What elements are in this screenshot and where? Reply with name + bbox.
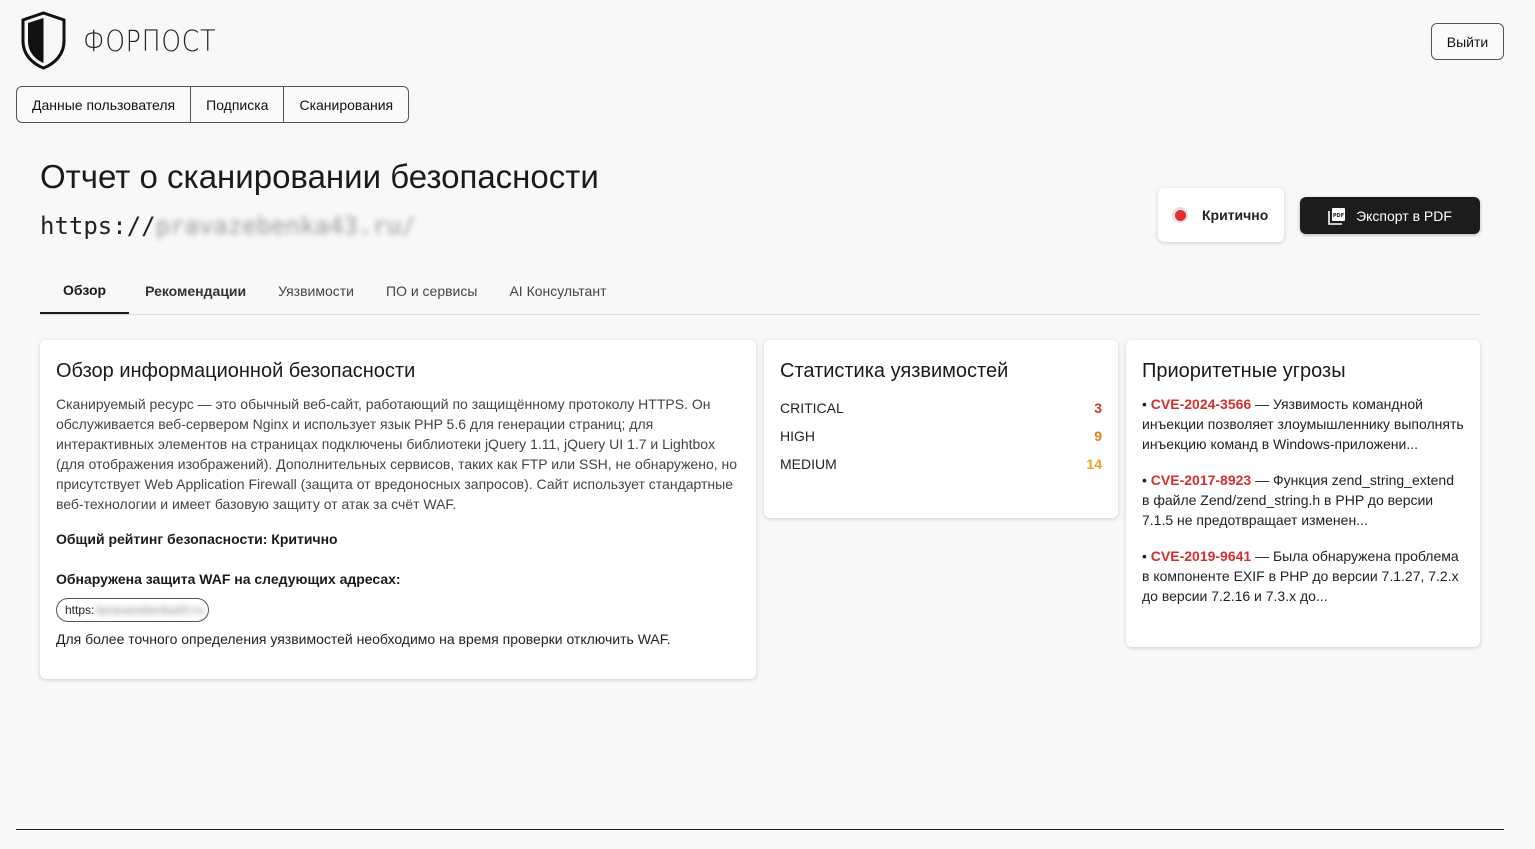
tab-vulnerabilities[interactable]: Уязвимости <box>262 268 370 314</box>
overview-title: Обзор информационной безопасности <box>56 360 416 382</box>
threat-item: • CVE-2019-9641 — Была обнаружена пробле… <box>1142 548 1459 604</box>
vulnerability-stats-card: Статистика уязвимостей CRITICAL 3 HIGH 9… <box>764 340 1118 518</box>
threats-title: Приоритетные угрозы <box>1142 360 1346 382</box>
stat-value: 3 <box>1094 400 1102 416</box>
top-navigation: Данные пользователя Подписка Сканировани… <box>16 86 410 123</box>
scanned-url-masked: pravazebenka43.ru/ <box>155 212 416 240</box>
tab-recommendations[interactable]: Рекомендации <box>129 268 262 314</box>
shield-icon <box>21 11 66 70</box>
stat-label: MEDIUM <box>780 456 837 472</box>
cve-link[interactable]: CVE-2024-3566 <box>1151 396 1251 412</box>
svg-text:PDF: PDF <box>1333 213 1344 219</box>
severity-status-badge: Критично <box>1158 188 1284 242</box>
security-rating: Общий рейтинг безопасности: Критично <box>56 531 338 547</box>
tab-software-services[interactable]: ПО и сервисы <box>370 268 493 314</box>
waf-url-prefix: https: <box>65 603 95 617</box>
waf-title: Обнаружена защита WAF на следующих адрес… <box>56 571 401 587</box>
page-title: Отчет о сканировании безопасности <box>40 158 599 195</box>
brand-logo[interactable]: ФОРПОСТ <box>20 11 238 70</box>
stat-row-high: HIGH 9 <box>780 422 1102 450</box>
stats-title: Статистика уязвимостей <box>780 360 1009 382</box>
stat-label: CRITICAL <box>780 400 844 416</box>
scanned-url: https:// pravazebenka43.ru/ <box>40 212 416 240</box>
export-pdf-button[interactable]: PDF Экспорт в PDF <box>1300 197 1480 234</box>
report-tabs: Обзор Рекомендации Уязвимости ПО и серви… <box>40 268 1480 315</box>
stat-row-medium: MEDIUM 14 <box>780 450 1102 478</box>
waf-url-masked: //pravazebenka43.ru <box>94 603 204 617</box>
stat-row-critical: CRITICAL 3 <box>780 394 1102 422</box>
waf-note: Для более точного определения уязвимосте… <box>56 631 671 647</box>
stat-label: HIGH <box>780 428 815 444</box>
export-pdf-label: Экспорт в PDF <box>1356 207 1452 224</box>
overview-card: Обзор информационной безопасности Сканир… <box>40 340 756 679</box>
stat-value: 9 <box>1094 428 1102 444</box>
nav-scans-button[interactable]: Сканирования <box>284 87 408 122</box>
threat-item: • CVE-2024-3566 — Уязвимость командной и… <box>1142 396 1464 452</box>
cve-link[interactable]: CVE-2017-8923 <box>1151 472 1251 488</box>
tab-overview[interactable]: Обзор <box>40 268 130 314</box>
waf-url-chip[interactable]: https://pravazebenka43.ru <box>56 598 209 622</box>
nav-subscription-button[interactable]: Подписка <box>191 87 285 122</box>
brand-name: ФОРПОСТ <box>83 23 217 58</box>
pdf-icon: PDF <box>1328 207 1346 225</box>
cve-link[interactable]: CVE-2019-9641 <box>1151 548 1251 564</box>
nav-user-data-button[interactable]: Данные пользователя <box>17 87 192 122</box>
status-label: Критично <box>1202 207 1269 223</box>
stat-value: 14 <box>1086 456 1102 472</box>
tab-ai-consultant[interactable]: AI Консультант <box>493 268 622 314</box>
status-dot-icon <box>1172 207 1188 223</box>
logout-button[interactable]: Выйти <box>1431 23 1504 60</box>
priority-threats-card: Приоритетные угрозы • CVE-2024-3566 — Уя… <box>1126 340 1480 647</box>
scanned-url-prefix: https:// <box>40 212 156 240</box>
footer-divider <box>16 829 1504 830</box>
threat-item: • CVE-2017-8923 — Функция zend_string_ex… <box>1142 472 1454 528</box>
overview-text: Сканируемый ресурс — это обычный веб-сай… <box>56 396 738 512</box>
